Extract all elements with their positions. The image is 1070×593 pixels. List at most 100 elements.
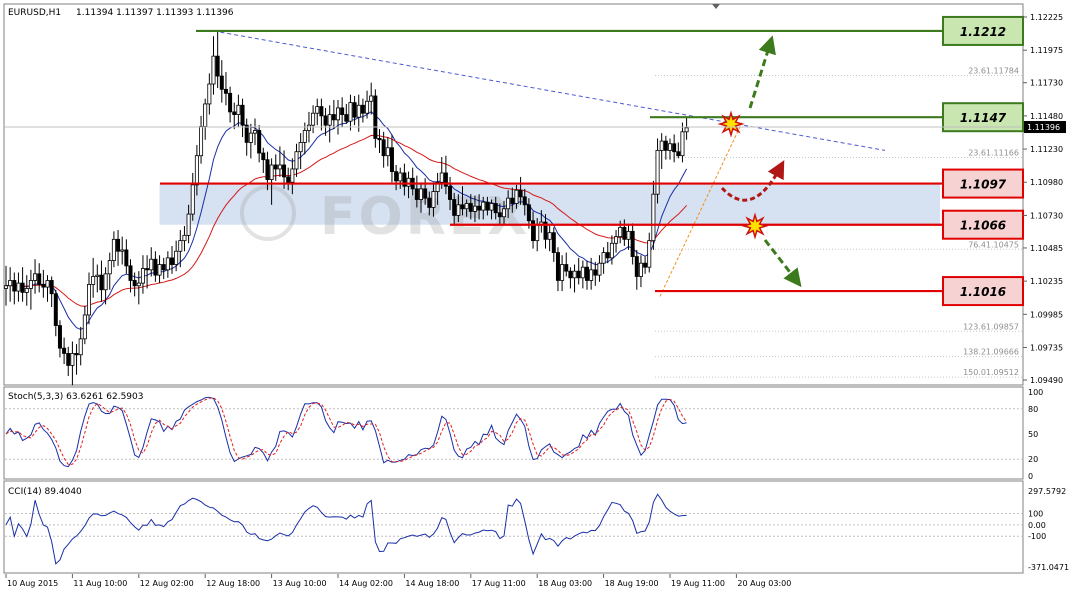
candle-body <box>20 282 25 293</box>
cci-label: CCI(14) 89.4040 <box>8 487 82 497</box>
candle-body <box>609 242 614 259</box>
time-tick-label: 18 Aug 19:00 <box>605 579 659 588</box>
candle-body <box>389 147 394 173</box>
breakdown-burst-icon <box>741 212 769 240</box>
candle-body <box>294 151 299 170</box>
candle-body <box>57 325 62 349</box>
stoch-panel[interactable] <box>3 386 1024 480</box>
candle-body <box>373 95 378 139</box>
candle-body <box>33 273 38 281</box>
stoch-tick-label: 100 <box>1028 388 1043 397</box>
candle-body <box>311 112 316 126</box>
stoch-tick-label: 20 <box>1028 455 1038 464</box>
current-price-label: 1.11396 <box>1027 123 1060 132</box>
candle-body <box>568 270 573 279</box>
price-tick-label: 1.09490 <box>1030 376 1063 385</box>
candle-body <box>257 130 262 154</box>
candle-body <box>248 132 253 143</box>
candle-body <box>614 236 619 244</box>
symbol-label: EURUSD,H1 <box>8 8 61 18</box>
price-tick-label: 1.10235 <box>1030 277 1063 286</box>
candle-body <box>626 230 631 240</box>
candle-body <box>153 258 158 276</box>
candle-body <box>394 171 399 182</box>
candle-body <box>203 103 208 127</box>
candle-body <box>199 126 204 157</box>
level-label: 1.1097 <box>960 178 1007 192</box>
candle-body <box>207 83 212 105</box>
fib-ratio: 123.6 <box>963 322 986 331</box>
candle-body <box>265 159 270 180</box>
candle-body <box>319 106 324 117</box>
candle-body <box>672 143 677 153</box>
candle-body <box>331 114 336 121</box>
candle-body <box>481 201 486 211</box>
candle-body <box>53 293 58 326</box>
price-tick-label: 1.11975 <box>1030 46 1063 55</box>
candle-body <box>618 226 623 238</box>
candle-body <box>638 262 643 277</box>
price-tick-label: 1.10485 <box>1030 244 1063 253</box>
stoch-tick-label: 0 <box>1028 472 1033 481</box>
cci-tick-label: -100 <box>1028 532 1046 541</box>
candle-body <box>302 130 307 143</box>
candle-body <box>630 230 635 257</box>
candle-body <box>111 238 116 261</box>
candle-body <box>215 55 220 77</box>
candle-body <box>647 240 652 268</box>
candle-body <box>190 184 195 215</box>
candle-body <box>87 284 92 316</box>
candle-body <box>593 269 598 276</box>
candle-body <box>360 104 365 114</box>
candle-body <box>477 205 482 211</box>
candle-body <box>120 249 125 252</box>
candle-body <box>489 203 494 211</box>
candle-body <box>605 252 610 259</box>
cci-tick-label: 100 <box>1028 509 1043 518</box>
candle-body <box>414 188 419 200</box>
candle-body <box>418 188 423 200</box>
candle-body <box>634 256 639 277</box>
candle-body <box>194 155 199 186</box>
candle-body <box>385 147 390 157</box>
candle-body <box>643 262 648 268</box>
candle-body <box>182 234 187 242</box>
candle-body <box>136 282 141 287</box>
candle-body <box>282 164 287 178</box>
candle-body <box>684 127 689 133</box>
candle-body <box>178 240 183 252</box>
candle-body <box>24 288 29 293</box>
candle-body <box>427 197 432 208</box>
price-tick-label: 1.11730 <box>1030 79 1063 88</box>
candle-body <box>228 92 233 113</box>
candle-body <box>356 104 361 118</box>
candle-body <box>506 197 511 210</box>
candle-body <box>28 280 33 289</box>
price-tick-label: 1.10730 <box>1030 211 1063 220</box>
price-tick-label: 1.11230 <box>1030 145 1063 154</box>
fib-value: 1.09857 <box>986 322 1019 331</box>
candle-body <box>124 249 129 267</box>
candle-body <box>555 252 560 281</box>
cci-panel[interactable] <box>3 480 1024 574</box>
candle-body <box>157 264 162 276</box>
candle-body <box>651 193 656 242</box>
chart-window: FOREX 1.1178423.61.1116623.61.1047576.41… <box>3 3 1069 588</box>
candle-body <box>49 280 54 295</box>
time-tick-label: 19 Aug 11:00 <box>671 579 725 588</box>
candle-body <box>277 164 282 170</box>
fib-value: 1.09512 <box>986 368 1019 377</box>
level-label: 1.1066 <box>960 219 1006 233</box>
candle-body <box>149 258 154 271</box>
fib-value: 1.09666 <box>986 348 1019 357</box>
candle-body <box>315 106 320 114</box>
breakout-burst-icon <box>717 110 745 138</box>
candle-body <box>66 353 71 366</box>
candle-body <box>468 203 473 212</box>
candle-body <box>290 168 295 183</box>
candle-body <box>585 266 590 281</box>
candle-body <box>518 189 523 198</box>
candle-body <box>219 75 224 90</box>
candle-body <box>161 264 166 271</box>
candle-body <box>377 138 382 141</box>
